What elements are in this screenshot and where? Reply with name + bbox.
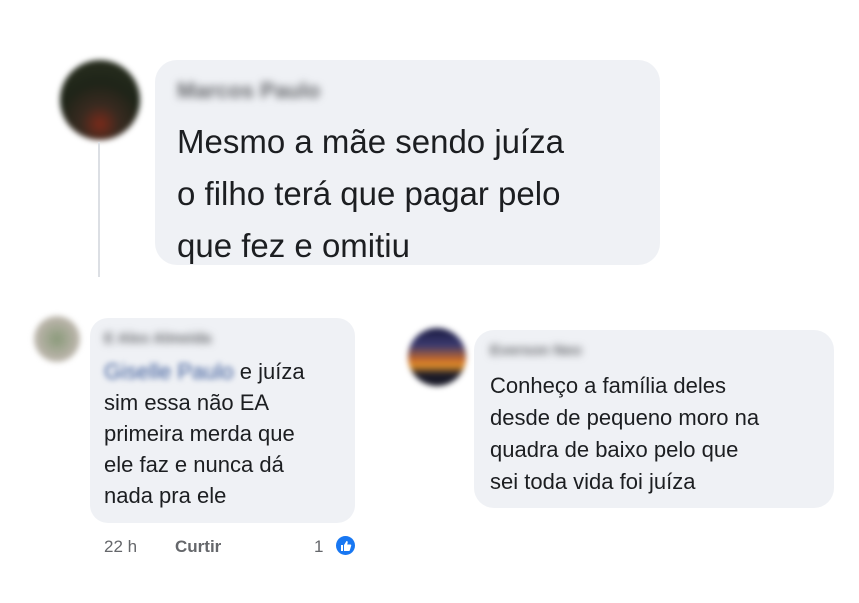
- comment-line: Conheço a família deles: [490, 373, 727, 398]
- comment-text: Giselle Paulo e juíza sim essa não EA pr…: [104, 356, 305, 511]
- like-button[interactable]: Curtir: [175, 537, 221, 557]
- comment-line: sei toda vida foi juíza: [490, 469, 696, 494]
- thumbs-up-icon[interactable]: [336, 536, 355, 555]
- comment-text: Mesmo a mãe sendo juíza o filho terá que…: [177, 116, 564, 272]
- comment-line: nada pra ele: [104, 483, 227, 508]
- comment-line: que fez e omitiu: [177, 227, 410, 264]
- comment-line: e juíza: [239, 359, 305, 384]
- comment-text: Conheço a família deles desde de pequeno…: [490, 370, 759, 498]
- comment-author[interactable]: E Alex Almeida: [104, 330, 211, 347]
- comment-line: Mesmo a mãe sendo juíza: [177, 123, 565, 160]
- reaction-count[interactable]: 1: [314, 537, 323, 557]
- avatar[interactable]: [60, 60, 140, 140]
- comment-time[interactable]: 22 h: [104, 537, 137, 557]
- comment-line: o filho terá que pagar pelo: [177, 175, 561, 212]
- comment-line: quadra de baixo pelo que: [490, 437, 739, 462]
- comment-author[interactable]: Everson Neo: [490, 342, 582, 359]
- comment-author[interactable]: Marcos Paulo: [177, 78, 320, 104]
- avatar[interactable]: [408, 328, 466, 386]
- mention-link[interactable]: Giselle Paulo: [104, 359, 234, 384]
- avatar[interactable]: [34, 316, 80, 362]
- comment-line: primeira merda que: [104, 421, 295, 446]
- comment-bubble: Everson Neo Conheço a família deles desd…: [474, 330, 834, 508]
- comment-line: ele faz e nunca dá: [104, 452, 284, 477]
- comment-bubble: Marcos Paulo Mesmo a mãe sendo juíza o f…: [155, 60, 660, 265]
- comment-bubble: E Alex Almeida Giselle Paulo e juíza sim…: [90, 318, 355, 523]
- comment-line: desde de pequeno moro na: [490, 405, 760, 430]
- thread-line: [98, 142, 100, 277]
- comment-line: sim essa não EA: [104, 390, 270, 415]
